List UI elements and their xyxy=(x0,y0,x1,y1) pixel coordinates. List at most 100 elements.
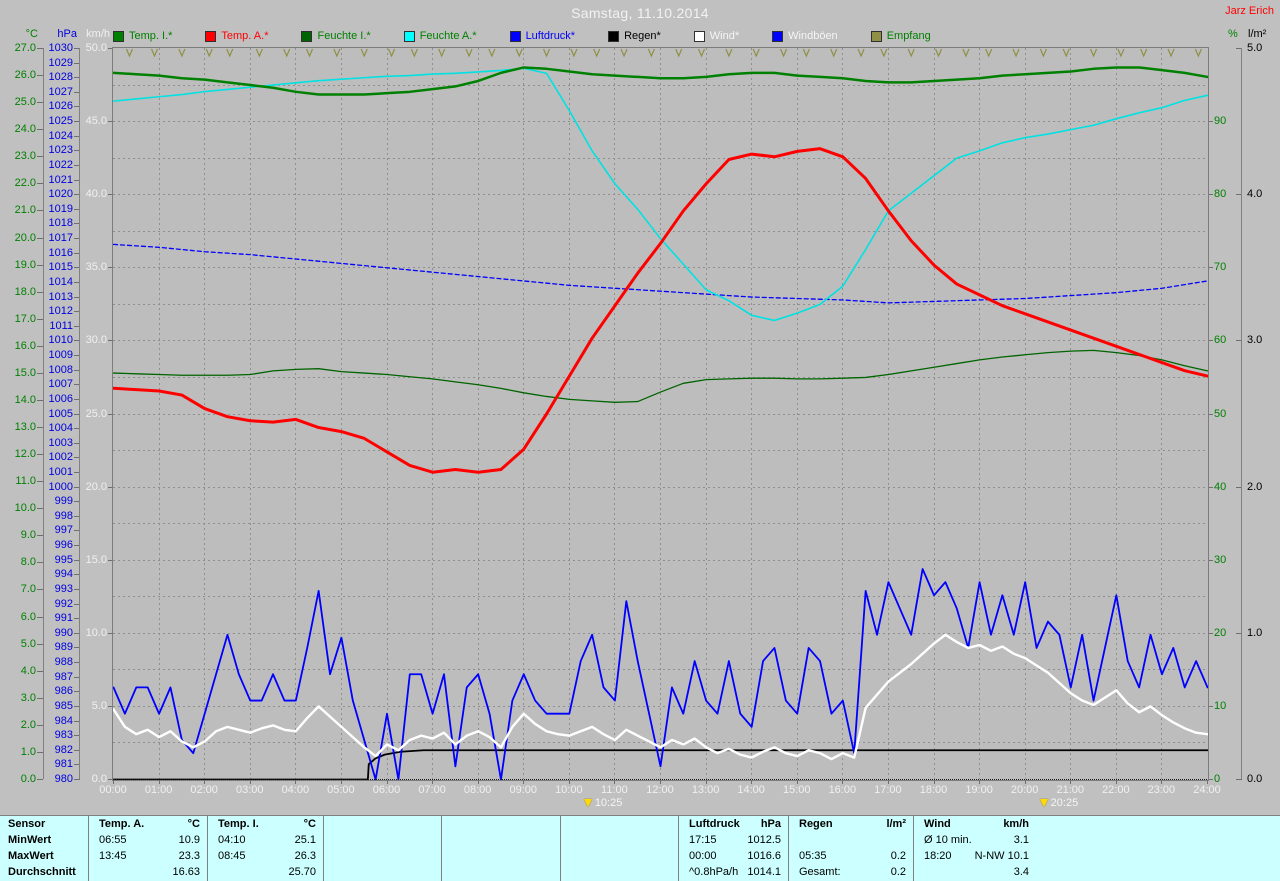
legend-swatch-icon xyxy=(509,30,521,42)
kmh-tick-label: 40.0 xyxy=(85,188,107,201)
hpa-tick-label: 1009 xyxy=(48,349,73,362)
table-column-empty xyxy=(323,816,441,881)
celsius-tick-label: 14.0 xyxy=(14,393,36,406)
hpa-tick-label: 991 xyxy=(54,612,73,625)
time-tick-label: 19:00 xyxy=(965,784,993,796)
table-cell-value: 25.1 xyxy=(294,834,316,846)
hpa-tick-label: 1005 xyxy=(48,407,73,420)
hpa-tick-label: 996 xyxy=(54,539,73,552)
celsius-tick-label: 13.0 xyxy=(14,421,36,434)
legend-item-tempa: Temp. A.* xyxy=(205,30,268,42)
kmh-tick-label: 20.0 xyxy=(85,480,107,493)
kmh-tick-label: 30.0 xyxy=(85,334,107,347)
celsius-tick-label: 10.0 xyxy=(14,502,36,515)
legend-item-tempi: Temp. I.* xyxy=(113,30,172,42)
lm2-tick-label: 1.0 xyxy=(1247,626,1263,639)
lm2-tick-label: 3.0 xyxy=(1247,334,1263,347)
series-tempi xyxy=(113,66,1208,96)
hpa-tick-label: 1019 xyxy=(48,202,73,215)
hpa-tick-label: 1018 xyxy=(48,217,73,230)
time-tick-label: 21:00 xyxy=(1056,784,1085,796)
celsius-tick-label: 23.0 xyxy=(14,150,36,163)
time-tick-label: 14:00 xyxy=(737,784,765,796)
lm2-tick-label: 2.0 xyxy=(1247,480,1263,493)
table-cell-value: 26.3 xyxy=(294,850,316,862)
lm2-axis-line xyxy=(1241,48,1242,779)
time-tick-label: 00:00 xyxy=(99,784,127,796)
time-tick-label: 15:00 xyxy=(782,784,811,796)
celsius-tick-label: 22.0 xyxy=(14,177,36,190)
lm2-tick-label: 5.0 xyxy=(1247,42,1263,54)
event-marker-time: 10:25 xyxy=(594,797,623,809)
table-cell-value: 3.1 xyxy=(1013,834,1029,846)
time-tick-label: 17:00 xyxy=(874,784,902,796)
hpa-tick-label: 1010 xyxy=(48,334,73,347)
time-tick-mark xyxy=(979,780,981,784)
hpa-tick-label: 983 xyxy=(54,729,73,742)
table-row-header: Sensor xyxy=(8,818,46,830)
hpa-tick-label: 1028 xyxy=(48,71,73,84)
time-tick-mark xyxy=(796,780,798,784)
time-tick-mark xyxy=(933,780,935,784)
legend-item-regen: Regen* xyxy=(608,30,661,42)
hpa-tick-label: 1002 xyxy=(48,451,73,464)
table-cell-time: 08:45 xyxy=(218,850,246,862)
time-tick-mark xyxy=(1161,780,1163,784)
hpa-tick-label: 981 xyxy=(54,758,73,771)
table-sensor-name: Temp. I. xyxy=(218,818,259,830)
hpa-tick-label: 1017 xyxy=(48,232,73,245)
table-column-wind: Wind km/h Ø 10 min. 3.1 18:20 N-NW 10.1 3.4 xyxy=(913,816,1036,881)
celsius-tick-label: 6.0 xyxy=(20,610,36,623)
time-tick-label: 11:00 xyxy=(601,784,628,796)
hpa-tick-label: 1011 xyxy=(49,319,73,332)
table-cell-value: 1012.5 xyxy=(747,834,781,846)
table-sensor-name: Regen xyxy=(799,818,833,830)
weather-chart[interactable] xyxy=(113,48,1208,780)
table-cell-value: 25.70 xyxy=(288,866,316,878)
celsius-tick-label: 20.0 xyxy=(14,231,36,244)
table-sensor-unit: km/h xyxy=(1003,818,1029,830)
time-tick-label: 09:00 xyxy=(509,784,538,796)
empfang-ticks xyxy=(125,48,1202,58)
table-rowheader-column: Sensor MinWert MaxWert Durchschnitt xyxy=(0,816,88,881)
axis-header-celsius: °C xyxy=(25,28,38,40)
event-marker-icon xyxy=(583,799,592,807)
hpa-tick-label: 1008 xyxy=(48,363,73,376)
time-tick-label: 23:00 xyxy=(1147,784,1176,796)
hpa-tick-label: 994 xyxy=(54,568,73,581)
table-sensor-unit: hPa xyxy=(760,818,781,830)
hpa-tick-label: 995 xyxy=(54,553,73,566)
time-tick-mark xyxy=(113,780,114,784)
chart-plot-area[interactable] xyxy=(112,47,1209,781)
table-cell-time: ^0.8hPa/h xyxy=(689,866,739,878)
legend-item-feuchtea: Feuchte A.* xyxy=(403,30,477,42)
table-column-luftdruck: Luftdruck hPa 17:15 1012.5 00:00 1016.6 ^0.8hP… xyxy=(678,816,788,881)
station-name: Jarz Erich xyxy=(1225,5,1274,17)
table-row-header: MinWert xyxy=(8,834,52,846)
lm2-tick-label: 4.0 xyxy=(1247,188,1263,201)
table-cell-time: 18:20 xyxy=(924,850,952,862)
time-tick-mark xyxy=(295,780,297,784)
hpa-tick-label: 993 xyxy=(54,582,73,595)
time-tick-mark xyxy=(842,780,844,784)
legend-label: Luftdruck* xyxy=(525,30,576,42)
table-sensor-name: Temp. A. xyxy=(99,818,145,830)
legend-swatch-icon xyxy=(772,30,784,42)
hpa-tick-label: 1022 xyxy=(48,158,73,171)
hpa-tick-label: 985 xyxy=(54,699,73,712)
table-cell-value: 0.2 xyxy=(890,866,906,878)
hpa-tick-label: 1015 xyxy=(48,261,73,274)
time-tick-mark xyxy=(158,780,160,784)
time-tick-label: 02:00 xyxy=(190,784,218,796)
legend-swatch-icon xyxy=(403,30,415,42)
celsius-tick-label: 16.0 xyxy=(14,339,36,352)
hpa-tick-label: 990 xyxy=(54,626,73,639)
celsius-tick-label: 11.0 xyxy=(15,475,36,488)
hpa-tick-label: 1020 xyxy=(48,188,73,201)
chart-legend: Temp. I.* Temp. A.* Feuchte I.* Feuchte A.*… xyxy=(113,29,931,43)
celsius-tick-label: 18.0 xyxy=(14,285,36,298)
hpa-tick-label: 987 xyxy=(54,670,73,683)
percent-tick-label: 70 xyxy=(1214,261,1227,274)
hpa-tick-label: 989 xyxy=(54,641,73,654)
time-tick-label: 16:00 xyxy=(828,784,857,796)
